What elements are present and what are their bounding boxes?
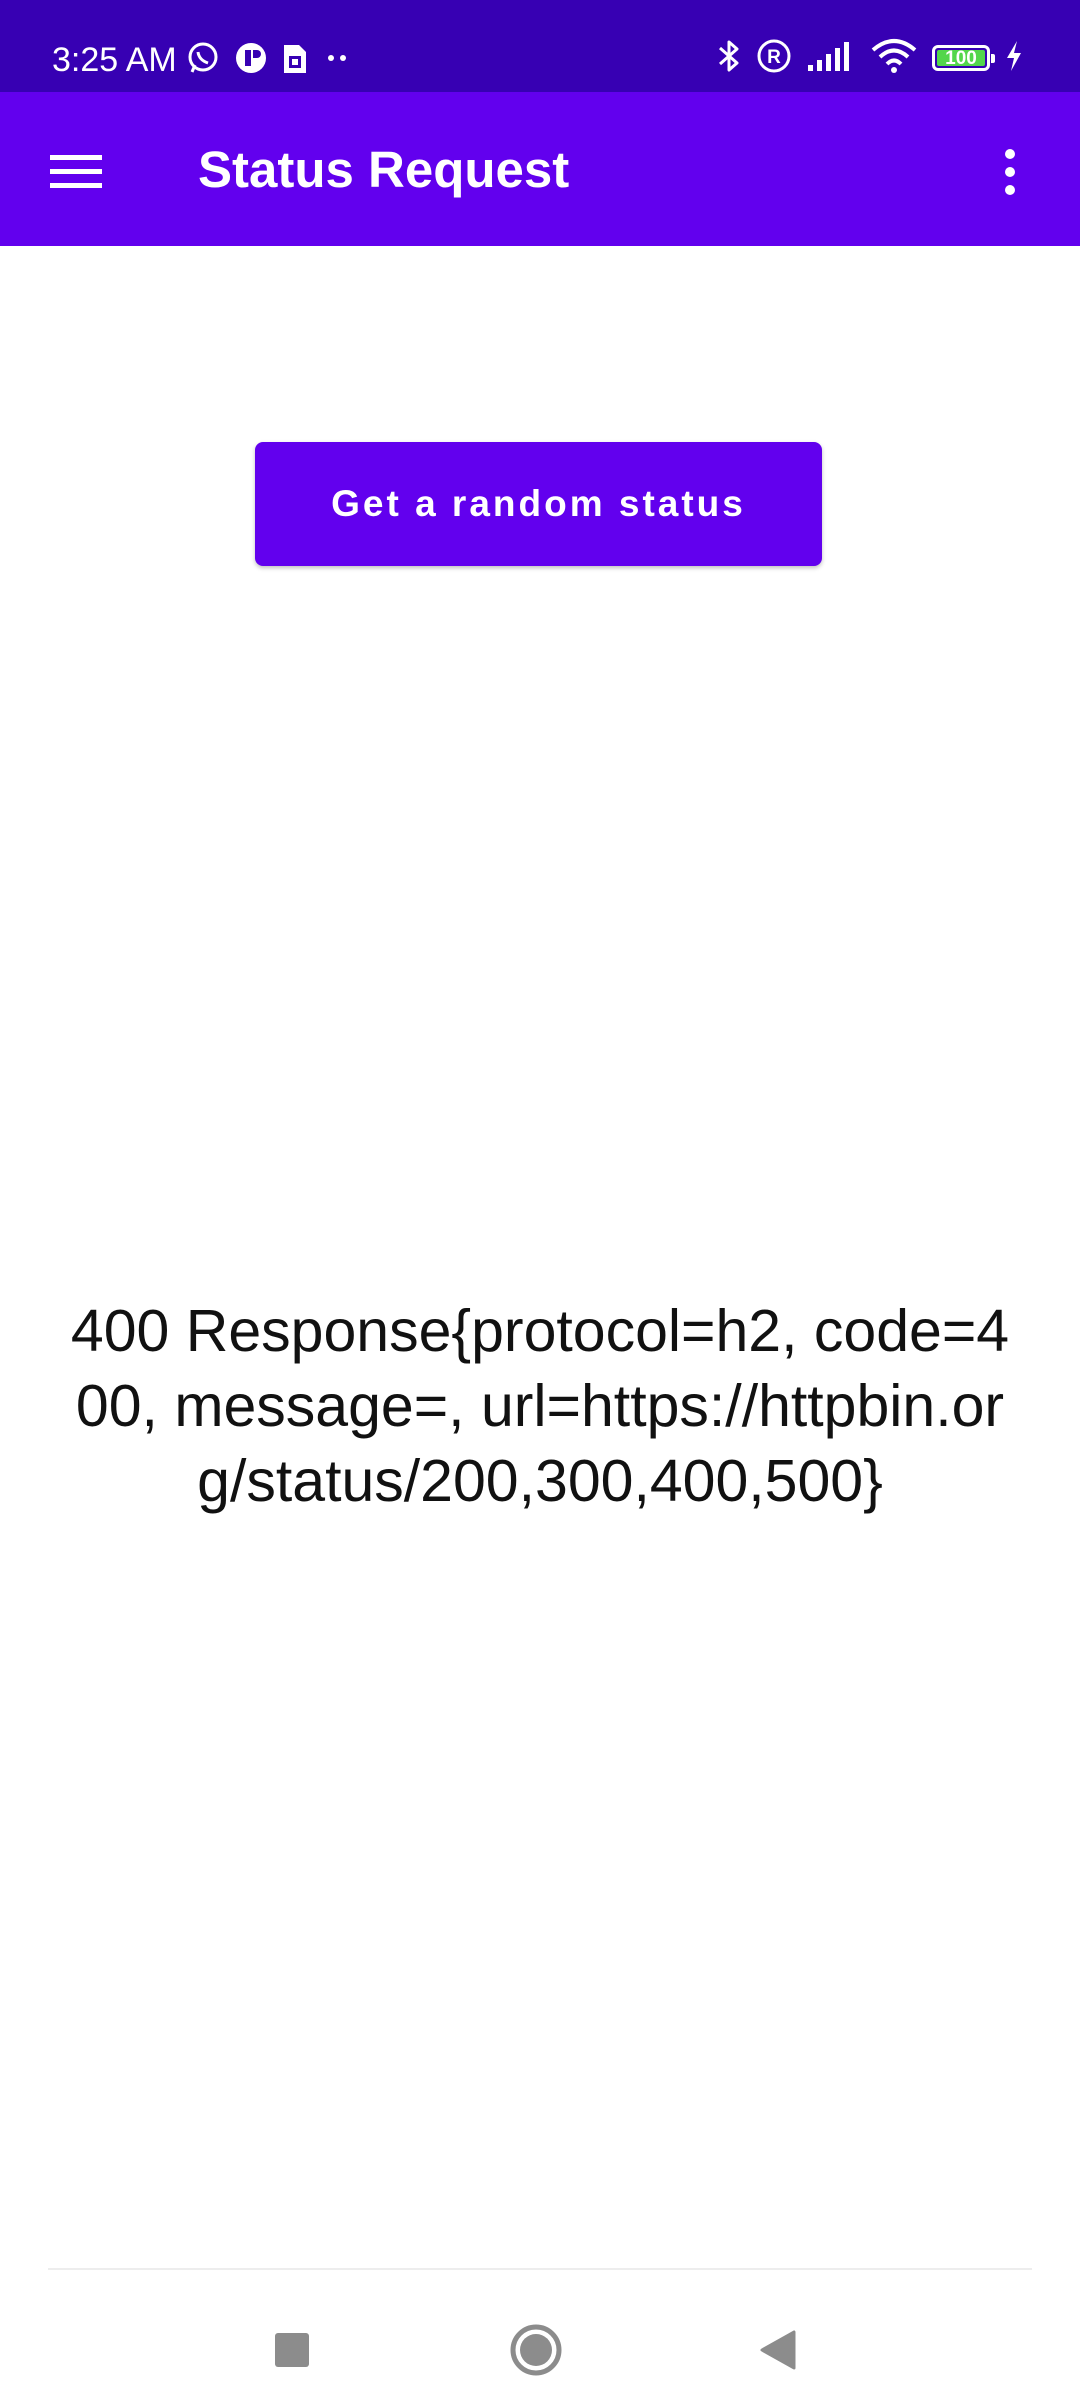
app-notification-icon <box>234 41 268 80</box>
status-time: 3:25 AM <box>52 41 177 79</box>
more-vert-icon[interactable] <box>980 136 1040 208</box>
app-bar: Status Request <box>0 92 1080 246</box>
response-text: 400 Response{protocol=h2, code=400, mess… <box>70 1298 1010 1514</box>
navigation-bar <box>0 2270 1080 2400</box>
signal-icon <box>806 39 856 78</box>
sim-icon <box>282 41 308 80</box>
notification-icons <box>186 40 352 80</box>
battery-tip <box>991 54 995 63</box>
home-circle-icon[interactable] <box>496 2310 576 2390</box>
get-random-status-button[interactable]: Get a random status <box>255 442 822 566</box>
battery-icon: 100 <box>932 45 995 71</box>
battery-level: 100 <box>945 47 977 69</box>
charging-icon <box>1004 39 1024 78</box>
recents-square-icon[interactable] <box>252 2310 332 2390</box>
page-title: Status Request <box>198 141 570 198</box>
status-bar: 3:25 AM R 100 <box>0 0 1080 92</box>
bluetooth-icon <box>716 37 742 80</box>
whatsapp-icon <box>186 41 220 80</box>
hamburger-menu-icon[interactable] <box>40 136 112 208</box>
svg-text:R: R <box>767 47 781 68</box>
wifi-icon <box>870 38 918 79</box>
system-icons: R 100 <box>716 36 1024 80</box>
roaming-icon: R <box>756 38 792 79</box>
back-triangle-icon[interactable] <box>738 2310 818 2390</box>
more-notifications-icon <box>322 48 352 73</box>
